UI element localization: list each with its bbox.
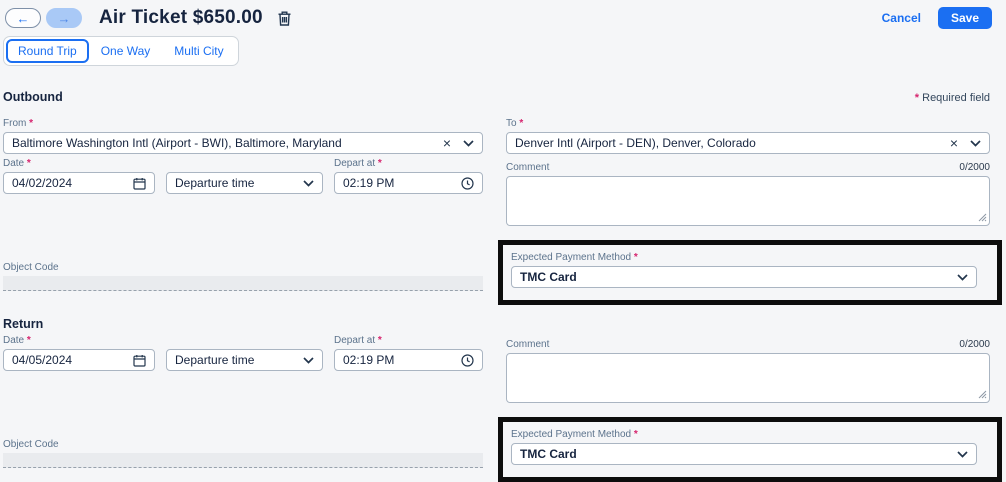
calendar-icon[interactable]	[133, 354, 146, 367]
clock-icon[interactable]	[461, 354, 474, 367]
outbound-section-header: Outbound	[3, 90, 483, 104]
clear-icon[interactable]: ×	[443, 136, 451, 150]
cancel-button[interactable]: Cancel	[882, 11, 921, 25]
return-depart-at-group: Depart at *	[334, 335, 483, 371]
object-code-label: Object Code	[3, 262, 483, 273]
comment-counter: 0/2000	[959, 162, 990, 173]
outbound-payment-highlight-box: Expected Payment Method * TMC Card	[498, 240, 1002, 305]
comment-label: Comment	[506, 339, 549, 350]
outbound-time-type-select[interactable]: Departure time	[166, 172, 323, 194]
to-field-group: To * ×	[506, 118, 990, 154]
outbound-payment-select[interactable]: TMC Card	[511, 266, 977, 288]
trash-icon	[277, 10, 292, 27]
outbound-object-code-input	[3, 276, 483, 291]
chevron-down-icon	[303, 180, 314, 187]
back-arrow-icon: ←	[17, 12, 30, 25]
flight-form: Outbound * Required field From * × To * …	[3, 90, 990, 482]
time-type-value: Departure time	[175, 176, 303, 190]
expected-payment-method-label: Expected Payment Method *	[511, 252, 977, 263]
back-button[interactable]: ←	[5, 8, 41, 28]
tab-multi-city[interactable]: Multi City	[162, 39, 235, 63]
object-code-label: Object Code	[3, 439, 483, 450]
comment-label: Comment	[506, 162, 549, 173]
return-payment-highlight-box: Expected Payment Method * TMC Card	[498, 417, 1002, 482]
outbound-time-type-group: Departure time	[166, 158, 323, 194]
payment-value: TMC Card	[520, 447, 957, 461]
date-label: Date *	[3, 335, 155, 346]
forward-arrow-icon: →	[58, 12, 71, 25]
payment-value: TMC Card	[520, 270, 957, 284]
depart-at-label: Depart at *	[334, 158, 483, 169]
chevron-down-icon[interactable]	[970, 140, 981, 147]
chevron-down-icon	[957, 451, 968, 458]
chevron-down-icon	[303, 357, 314, 364]
time-type-value: Departure time	[175, 353, 303, 367]
outbound-comment-group: Comment 0/2000	[506, 162, 990, 226]
chevron-down-icon[interactable]	[463, 140, 474, 147]
top-bar: ← → Air Ticket $650.00 Cancel Save	[0, 0, 1006, 29]
return-date-row: Date * Departure time	[3, 335, 483, 371]
date-label: Date *	[3, 158, 155, 169]
return-comment-textarea[interactable]	[506, 353, 990, 403]
to-label: To *	[506, 118, 990, 129]
comment-counter: 0/2000	[959, 339, 990, 350]
tab-one-way[interactable]: One Way	[89, 39, 163, 63]
from-input[interactable]	[3, 132, 483, 154]
expected-payment-method-label: Expected Payment Method *	[511, 429, 977, 440]
resize-grip-icon[interactable]	[978, 213, 987, 222]
return-section-header: Return	[3, 317, 483, 331]
clock-icon[interactable]	[461, 177, 474, 190]
return-date-group: Date *	[3, 335, 155, 371]
return-time-type-group: Departure time	[166, 335, 323, 371]
outbound-comment-textarea[interactable]	[506, 176, 990, 226]
from-label: From *	[3, 118, 483, 129]
chevron-down-icon	[957, 274, 968, 281]
forward-button[interactable]: →	[46, 8, 82, 28]
required-asterisk: *	[915, 92, 919, 104]
clear-icon[interactable]: ×	[950, 136, 958, 150]
page-title: Air Ticket $650.00	[99, 7, 263, 29]
calendar-icon[interactable]	[133, 177, 146, 190]
to-input[interactable]	[506, 132, 990, 154]
return-payment-select[interactable]: TMC Card	[511, 443, 977, 465]
return-comment-group: Comment 0/2000	[506, 339, 990, 403]
outbound-depart-at-group: Depart at *	[334, 158, 483, 194]
return-object-code-input	[3, 453, 483, 468]
outbound-date-row: Date * Departure time	[3, 158, 483, 194]
from-field-group: From * ×	[3, 118, 483, 154]
return-time-type-select[interactable]: Departure time	[166, 349, 323, 371]
required-note-text: Required field	[922, 92, 990, 104]
delete-button[interactable]	[277, 10, 292, 27]
trip-type-tabs: Round Trip One Way Multi City	[3, 36, 239, 66]
resize-grip-icon[interactable]	[978, 390, 987, 399]
depart-at-label: Depart at *	[334, 335, 483, 346]
tab-round-trip[interactable]: Round Trip	[6, 39, 89, 63]
save-button[interactable]: Save	[938, 7, 992, 29]
outbound-date-group: Date *	[3, 158, 155, 194]
required-field-note: * Required field	[506, 92, 990, 104]
outbound-object-code-group: Object Code	[3, 262, 483, 291]
